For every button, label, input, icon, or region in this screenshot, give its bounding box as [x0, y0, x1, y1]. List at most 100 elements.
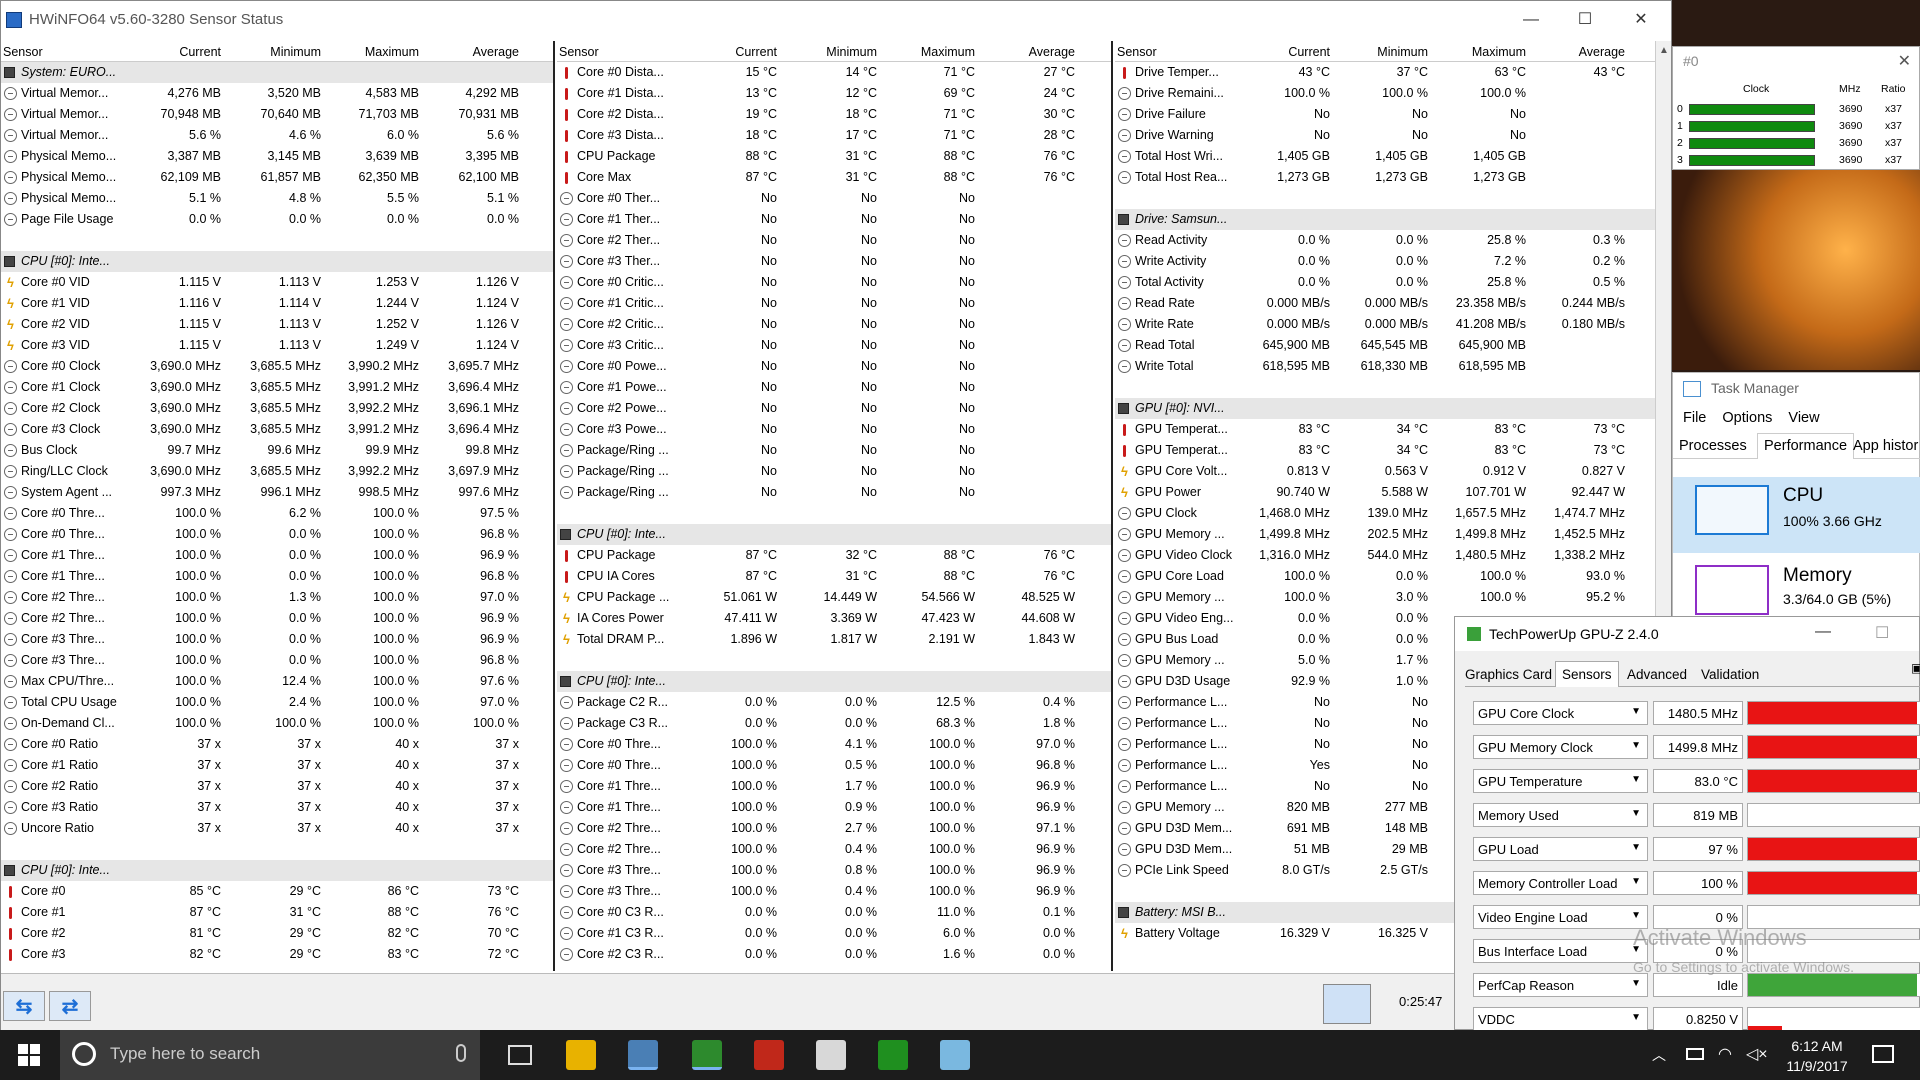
battery-icon[interactable]	[1686, 1048, 1704, 1060]
sensor-group-header[interactable]: CPU [#0]: Inte...	[1, 251, 553, 272]
sensor-row[interactable]: Read Rate 0.000 MB/s 0.000 MB/s 23.358 MB/s…	[1115, 293, 1655, 314]
gpuz-window[interactable]: TechPowerUp GPU-Z 2.4.0 — ☐ Graphics Car…	[1454, 616, 1920, 1031]
sensor-row[interactable]: Read Total 645,900 MB 645,545 MB 645,900 MB	[1115, 335, 1655, 356]
sensor-row[interactable]: ϟ Core #2 VID 1.115 V 1.113 V 1.252 V 1.126 V	[1, 314, 553, 335]
sensor-row[interactable]: Total Host Rea... 1,273 GB 1,273 GB 1,273 G…	[1115, 167, 1655, 188]
sensor-row[interactable]: CPU Package 88 °C 31 °C 88 °C 76 °C	[557, 146, 1111, 167]
col-average-header[interactable]: Average	[473, 45, 519, 59]
sensor-row[interactable]: Core #3 Ther... No No No	[557, 251, 1111, 272]
sensor-row[interactable]: Core #0 Clock 3,690.0 MHz 3,685.5 MHz 3,990…	[1, 356, 553, 377]
sensor-row[interactable]: Core #2 81 °C 29 °C 82 °C 70 °C	[1, 923, 553, 944]
sensor-row[interactable]: Core #3 Powe... No No No	[557, 419, 1111, 440]
gpuz-tab-advanced[interactable]: Advanced	[1627, 667, 1687, 682]
col-sensor-header[interactable]: Sensor	[3, 45, 43, 59]
sensor-row[interactable]: ϟ Core #3 VID 1.115 V 1.113 V 1.249 V 1.124 V	[1, 335, 553, 356]
sensor-row[interactable]: GPU Memory ... 100.0 % 3.0 % 100.0 % 95.2 %	[1115, 587, 1655, 608]
sensor-row[interactable]: ϟ Core #0 VID 1.115 V 1.113 V 1.253 V 1.126 V	[1, 272, 553, 293]
gpuz-tab-validation[interactable]: Validation	[1701, 667, 1759, 682]
col-maximum-header[interactable]: Maximum	[365, 45, 419, 59]
gpuz-sensor-dropdown[interactable]: PerfCap Reason ▼	[1473, 973, 1648, 997]
col-sensor-header[interactable]: Sensor	[1117, 45, 1157, 59]
sensor-row[interactable]: Core #2 Thre... 100.0 % 2.7 % 100.0 % 97.1 %	[557, 818, 1111, 839]
gpuz-title-bar[interactable]: TechPowerUp GPU-Z 2.4.0 — ☐	[1455, 617, 1919, 651]
sensor-row[interactable]: Drive Failure No No No	[1115, 104, 1655, 125]
memory-perf-item[interactable]: Memory 3.3/64.0 GB (5%)	[1673, 561, 1920, 623]
sensor-row[interactable]: Package/Ring ... No No No	[557, 482, 1111, 503]
sensor-row[interactable]: Drive Warning No No No	[1115, 125, 1655, 146]
gpuz-sensor-dropdown[interactable]: GPU Load ▼	[1473, 837, 1648, 861]
sensor-row[interactable]: ϟ Total DRAM P... 1.896 W 1.817 W 2.191 W 1.8…	[557, 629, 1111, 650]
task-view-icon[interactable]	[508, 1045, 532, 1065]
gpuz-sensor-dropdown[interactable]: GPU Temperature ▼	[1473, 769, 1648, 793]
col-maximum-header[interactable]: Maximum	[1472, 45, 1526, 59]
sensor-row[interactable]: GPU Temperat... 83 °C 34 °C 83 °C 73 °C	[1115, 419, 1655, 440]
gpuz-sensor-dropdown[interactable]: Video Engine Load ▼	[1473, 905, 1648, 929]
sensor-row[interactable]: Core #0 C3 R... 0.0 % 0.0 % 11.0 % 0.1 %	[557, 902, 1111, 923]
sensor-row[interactable]: Core #1 Critic... No No No	[557, 293, 1111, 314]
sensor-row[interactable]: Write Rate 0.000 MB/s 0.000 MB/s 41.208 MB/…	[1115, 314, 1655, 335]
gpuz-taskbar-icon[interactable]	[692, 1040, 722, 1070]
sensor-row[interactable]: Core #3 82 °C 29 °C 83 °C 72 °C	[1, 944, 553, 965]
sensor-row[interactable]: Core #2 Ther... No No No	[557, 230, 1111, 251]
gpuz-sensor-dropdown[interactable]: Bus Interface Load ▼	[1473, 939, 1648, 963]
gpuz-sensor-dropdown[interactable]: Memory Used ▼	[1473, 803, 1648, 827]
sensor-row[interactable]: Core #0 Thre... 100.0 % 0.0 % 100.0 % 96.8 %	[1, 524, 553, 545]
sensor-row[interactable]: Total CPU Usage 100.0 % 2.4 % 100.0 % 97.0 %	[1, 692, 553, 713]
sensor-group-header[interactable]: CPU [#0]: Inte...	[557, 524, 1111, 545]
sensor-row[interactable]: Core #2 Ratio 37 x 37 x 40 x 37 x	[1, 776, 553, 797]
sensor-row[interactable]: Core #3 Thre... 100.0 % 0.8 % 100.0 % 96.9 %	[557, 860, 1111, 881]
gpuz-sensor-dropdown[interactable]: GPU Core Clock ▼	[1473, 701, 1648, 725]
sensor-row[interactable]: Core #1 Ther... No No No	[557, 209, 1111, 230]
sensor-row[interactable]: Package/Ring ... No No No	[557, 440, 1111, 461]
sensor-row[interactable]: Page File Usage 0.0 % 0.0 % 0.0 % 0.0 %	[1, 209, 553, 230]
hwinfo-taskbar-icon[interactable]	[628, 1040, 658, 1070]
sensor-row[interactable]: Core #0 Thre... 100.0 % 4.1 % 100.0 % 97.0 %	[557, 734, 1111, 755]
sensor-row[interactable]: Core #3 Thre... 100.0 % 0.0 % 100.0 % 96.9 %	[1, 629, 553, 650]
tab-performance[interactable]: Performance	[1757, 433, 1855, 459]
app-taskbar-icon[interactable]	[816, 1040, 846, 1070]
sensor-row[interactable]: Core #2 Clock 3,690.0 MHz 3,685.5 MHz 3,992…	[1, 398, 553, 419]
task-manager-window[interactable]: Task Manager File Options View Processes…	[1672, 372, 1920, 622]
maximize-button[interactable]: ☐	[1565, 7, 1605, 33]
col-sensor-header[interactable]: Sensor	[559, 45, 599, 59]
gpuz-tab-sensors[interactable]: Sensors	[1555, 661, 1619, 687]
sensor-row[interactable]: Package C2 R... 0.0 % 0.0 % 12.5 % 0.4 %	[557, 692, 1111, 713]
sensor-row[interactable]: Core #2 Thre... 100.0 % 1.3 % 100.0 % 97.0 %	[1, 587, 553, 608]
sensor-group-header[interactable]: Drive: Samsun...	[1115, 209, 1655, 230]
sensor-row[interactable]: Physical Memo... 3,387 MB 3,145 MB 3,639 MB…	[1, 146, 553, 167]
gpuz-tab-graphics-card[interactable]: Graphics Card	[1465, 667, 1552, 682]
volume-icon[interactable]: ◁×	[1746, 1044, 1768, 1064]
clock-window[interactable]: #0 ✕ Clock MHz Ratio 0 3690 x37 1 3690 x37 2 36…	[1672, 46, 1920, 170]
col-maximum-header[interactable]: Maximum	[921, 45, 975, 59]
sensor-row[interactable]: Core #3 Ratio 37 x 37 x 40 x 37 x	[1, 797, 553, 818]
minimize-button[interactable]: —	[1511, 7, 1551, 33]
sensor-group-header[interactable]: CPU [#0]: Inte...	[1, 860, 553, 881]
sensor-row[interactable]: CPU IA Cores 87 °C 31 °C 88 °C 76 °C	[557, 566, 1111, 587]
sensor-row[interactable]: ϟ CPU Package ... 51.061 W 14.449 W 54.566 W…	[557, 587, 1111, 608]
sensor-row[interactable]: GPU Memory ... 1,499.8 MHz 202.5 MHz 1,499.…	[1115, 524, 1655, 545]
sensor-row[interactable]: Core #0 Powe... No No No	[557, 356, 1111, 377]
sensor-row[interactable]: Core #0 Thre... 100.0 % 0.5 % 100.0 % 96.8 %	[557, 755, 1111, 776]
sensor-row[interactable]: Core #0 Critic... No No No	[557, 272, 1111, 293]
notifications-icon[interactable]	[1872, 1045, 1894, 1063]
scroll-up-icon[interactable]: ▲	[1659, 45, 1669, 56]
col-minimum-header[interactable]: Minimum	[270, 45, 321, 59]
gpuz-minimize-button[interactable]: —	[1815, 623, 1831, 641]
menu-view[interactable]: View	[1788, 410, 1819, 426]
microphone-icon[interactable]	[456, 1044, 466, 1062]
sensor-row[interactable]: Total Host Wri... 1,405 GB 1,405 GB 1,405 G…	[1115, 146, 1655, 167]
sensor-row[interactable]: Core Max 87 °C 31 °C 88 °C 76 °C	[557, 167, 1111, 188]
sensor-row[interactable]: Core #2 Critic... No No No	[557, 314, 1111, 335]
col-current-header[interactable]: Current	[179, 45, 221, 59]
gpuz-sensor-dropdown[interactable]: GPU Memory Clock ▼	[1473, 735, 1648, 759]
sensor-row[interactable]: Core #1 Thre... 100.0 % 0.9 % 100.0 % 96.9 %	[557, 797, 1111, 818]
title-bar[interactable]: HWiNFO64 v5.60-3280 Sensor Status — ☐ ✕	[1, 1, 1671, 39]
chevron-up-icon[interactable]: ︿	[1652, 1045, 1666, 1065]
menu-file[interactable]: File	[1683, 410, 1706, 426]
furmark-taskbar-icon[interactable]	[754, 1040, 784, 1070]
sensor-row[interactable]: Core #3 Dista... 18 °C 17 °C 71 °C 28 °C	[557, 125, 1111, 146]
sensor-row[interactable]: Virtual Memor... 4,276 MB 3,520 MB 4,583 MB…	[1, 83, 553, 104]
sensor-row[interactable]: On-Demand Cl... 100.0 % 100.0 % 100.0 % 100.…	[1, 713, 553, 734]
sensor-row[interactable]: GPU Clock 1,468.0 MHz 139.0 MHz 1,657.5 MHz…	[1115, 503, 1655, 524]
col-minimum-header[interactable]: Minimum	[1377, 45, 1428, 59]
